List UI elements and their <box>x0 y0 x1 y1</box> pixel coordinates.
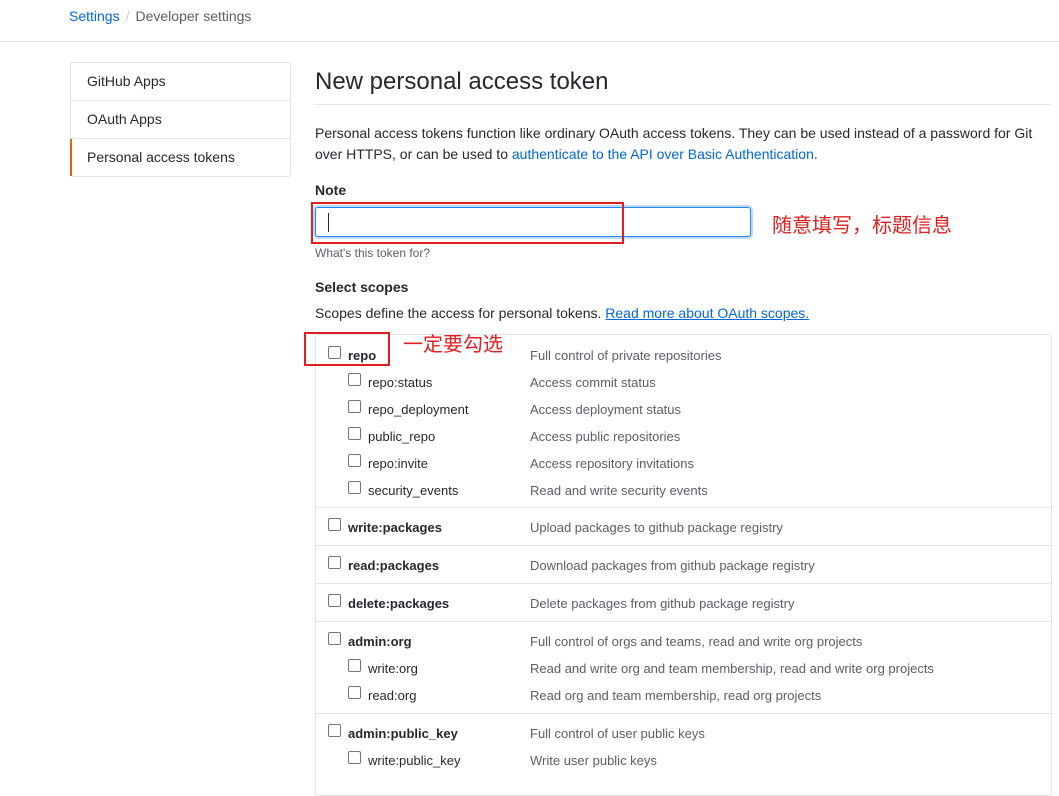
scope-name: delete:packages <box>348 596 450 611</box>
scope-row-write-public-key: write:public_key Write user public keys <box>316 751 1051 780</box>
note-label: Note <box>315 182 347 198</box>
scope-row-read-packages: read:packages Download packages from git… <box>316 556 1051 585</box>
scope-group-admin-org: admin:org Full control of orgs and teams… <box>316 621 1051 714</box>
breadcrumb-settings-link[interactable]: Settings <box>69 8 120 24</box>
breadcrumb-current: Developer settings <box>135 8 252 24</box>
scope-description: Access commit status <box>530 375 656 390</box>
scope-name: repo_deployment <box>368 402 469 417</box>
title-divider <box>314 104 1050 105</box>
scope-row-public-repo: public_repo Access public repositories <box>316 427 1051 456</box>
scope-description: Read and write security events <box>530 483 708 498</box>
scope-row-admin-public-key: admin:public_key Full control of user pu… <box>316 724 1051 753</box>
annotation-repo-box <box>304 332 390 366</box>
scope-group-repo: repo Full control of private repositorie… <box>316 335 1051 507</box>
scope-name: read:packages <box>348 558 440 573</box>
scope-checkbox-security-events[interactable] <box>348 481 361 494</box>
scope-description: Access deployment status <box>530 402 682 417</box>
scope-description: Download packages from github package re… <box>530 558 815 573</box>
sidebar-item-oauth-apps[interactable]: OAuth Apps <box>71 100 290 138</box>
oauth-scopes-link[interactable]: Read more about OAuth scopes. <box>605 305 809 321</box>
scope-group-admin-public-key: admin:public_key Full control of user pu… <box>316 713 1051 796</box>
breadcrumb: Settings / Developer settings <box>69 7 251 25</box>
scopes-list: repo Full control of private repositorie… <box>315 334 1052 796</box>
scope-description: Write user public keys <box>530 753 657 768</box>
scope-description: Access public repositories <box>530 429 681 444</box>
scope-checkbox-write-org[interactable] <box>348 659 361 672</box>
annotation-repo-text: 一定要勾选 <box>403 332 503 356</box>
scope-row-admin-org: admin:org Full control of orgs and teams… <box>316 632 1051 661</box>
scope-checkbox-read-org[interactable] <box>348 686 361 699</box>
scope-checkbox-read-packages[interactable] <box>328 556 341 569</box>
scope-group-delete-packages: delete:packages Delete packages from git… <box>316 583 1051 622</box>
basic-auth-link[interactable]: authenticate to the API over Basic Authe… <box>512 146 814 162</box>
sidebar-item-personal-access-tokens[interactable]: Personal access tokens <box>70 138 290 176</box>
scope-checkbox-repo-invite[interactable] <box>348 454 361 467</box>
scope-name: read:org <box>368 688 417 703</box>
scope-description: Upload packages to github package regist… <box>530 520 783 535</box>
scope-group-read-packages: read:packages Download packages from git… <box>316 545 1051 584</box>
page-title: New personal access token <box>315 68 609 95</box>
scope-description: Read and write org and team membership, … <box>530 661 934 676</box>
scope-name: write:public_key <box>368 753 461 768</box>
scope-name: public_repo <box>368 429 436 444</box>
scope-description: Access repository invitations <box>530 456 695 471</box>
breadcrumb-separator: / <box>125 8 130 24</box>
scope-description: Full control of user public keys <box>530 726 705 741</box>
scope-checkbox-repo-deployment[interactable] <box>348 400 361 413</box>
top-bar: Settings / Developer settings <box>0 0 1059 42</box>
sidebar-item-github-apps[interactable]: GitHub Apps <box>71 63 290 100</box>
scope-row-write-packages: write:packages Upload packages to github… <box>316 518 1051 547</box>
note-hint: What's this token for? <box>315 246 431 260</box>
scope-checkbox-public-repo[interactable] <box>348 427 361 440</box>
scope-row-repo-status: repo:status Access commit status <box>316 373 1051 402</box>
scopes-desc-text: Scopes define the access for personal to… <box>315 305 606 321</box>
scope-row-read-org: read:org Read org and team membership, r… <box>316 686 1051 715</box>
scope-row-write-org: write:org Read and write org and team me… <box>316 659 1051 688</box>
scope-description: Full control of private repositories <box>530 348 722 363</box>
annotation-note-text: 随意填写，标题信息 <box>772 213 952 237</box>
scope-name: write:org <box>368 661 418 676</box>
scope-name: repo:status <box>368 375 433 390</box>
scopes-description: Scopes define the access for personal to… <box>315 305 809 321</box>
scope-name: admin:public_key <box>348 726 458 741</box>
scope-name: security_events <box>368 483 459 498</box>
scope-description: Read org and team membership, read org p… <box>530 688 822 703</box>
scope-checkbox-delete-packages[interactable] <box>328 594 341 607</box>
developer-settings-sidebar: GitHub Apps OAuth Apps Personal access t… <box>70 62 291 177</box>
intro-end: . <box>813 146 818 162</box>
scope-row-repo-invite: repo:invite Access repository invitation… <box>316 454 1051 483</box>
annotation-note-box <box>311 202 624 244</box>
scope-checkbox-write-packages[interactable] <box>328 518 341 531</box>
scope-row-repo-deployment: repo_deployment Access deployment status <box>316 400 1051 429</box>
scope-name: admin:org <box>348 634 412 649</box>
scope-group-write-packages: write:packages Upload packages to github… <box>316 507 1051 546</box>
scopes-title: Select scopes <box>315 279 409 295</box>
scope-checkbox-admin-org[interactable] <box>328 632 341 645</box>
scope-checkbox-admin-public-key[interactable] <box>328 724 341 737</box>
scope-row-delete-packages: delete:packages Delete packages from git… <box>316 594 1051 623</box>
scope-name: repo:invite <box>368 456 428 471</box>
scope-checkbox-repo-status[interactable] <box>348 373 361 386</box>
intro-paragraph: Personal access tokens function like ord… <box>315 123 1053 165</box>
scope-name: write:packages <box>348 520 442 535</box>
scope-description: Delete packages from github package regi… <box>530 596 795 611</box>
scope-description: Full control of orgs and teams, read and… <box>530 634 863 649</box>
scope-row-security-events: security_events Read and write security … <box>316 481 1051 510</box>
scope-checkbox-write-public-key[interactable] <box>348 751 361 764</box>
